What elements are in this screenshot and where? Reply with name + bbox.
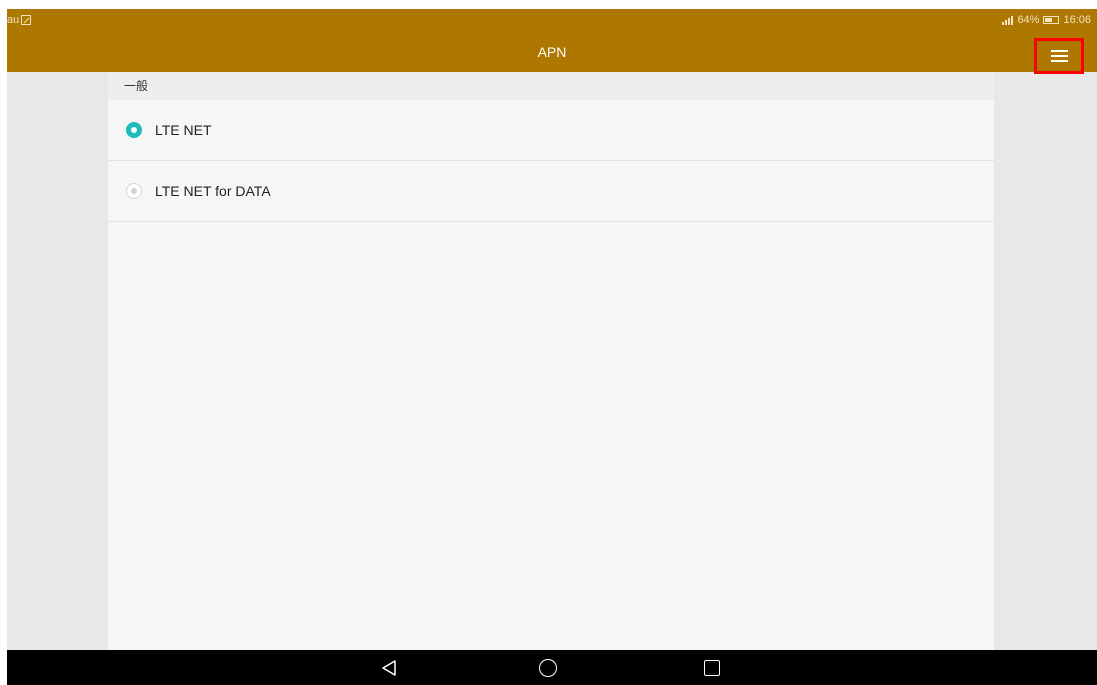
radio-unselected-icon[interactable] [126,183,142,199]
status-right: 64% 16:06 [1002,14,1091,26]
battery-icon [1043,16,1060,24]
menu-button[interactable] [1034,38,1084,74]
status-bar: au 64% 16:06 [7,9,1097,33]
hamburger-menu-icon [1050,50,1068,62]
section-header: 一般 [108,72,994,100]
clock: 16:06 [1063,14,1091,26]
page-title: APN [537,44,567,60]
apn-item-lte-net[interactable]: LTE NET [108,100,994,161]
apn-content-panel: 一般 LTE NET LTE NET for DATA [108,72,994,650]
carrier-name: au [7,14,20,26]
android-screen: au 64% 16:06 APN 一般 LTE NET LTE NET for … [7,9,1097,685]
sim-icon [21,15,32,25]
radio-selected-icon[interactable] [126,122,142,138]
battery-percent: 64% [1017,14,1040,26]
carrier-info: au [7,14,32,26]
app-bar: APN [7,33,1097,74]
signal-icon [1002,15,1014,25]
apn-item-label: LTE NET [155,122,212,138]
apn-item-label: LTE NET for DATA [155,183,271,199]
recent-apps-icon[interactable] [704,660,720,676]
apn-item-lte-net-for-data[interactable]: LTE NET for DATA [108,161,994,222]
navigation-bar [7,650,1097,685]
back-icon[interactable] [380,659,398,677]
home-icon[interactable] [539,659,557,677]
